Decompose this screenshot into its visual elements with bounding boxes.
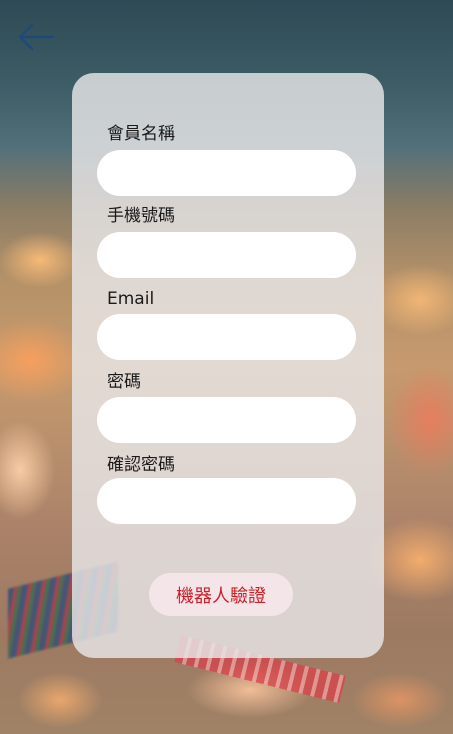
- confirm-password-label: 確認密碼: [107, 455, 175, 475]
- password-input[interactable]: [97, 397, 356, 443]
- member-name-input[interactable]: [97, 150, 356, 196]
- registration-form-card: 會員名稱 手機號碼 Email 密碼 確認密碼 機器人驗證: [72, 73, 384, 658]
- captcha-verify-button[interactable]: 機器人驗證: [149, 573, 293, 616]
- arrow-left-icon: [18, 23, 55, 51]
- confirm-password-input[interactable]: [97, 478, 356, 524]
- back-button[interactable]: [16, 20, 56, 54]
- email-label: Email: [107, 289, 155, 309]
- password-label: 密碼: [107, 372, 141, 392]
- email-input[interactable]: [97, 314, 356, 360]
- phone-label: 手機號碼: [107, 206, 175, 226]
- phone-input[interactable]: [97, 232, 356, 278]
- member-name-label: 會員名稱: [107, 124, 175, 144]
